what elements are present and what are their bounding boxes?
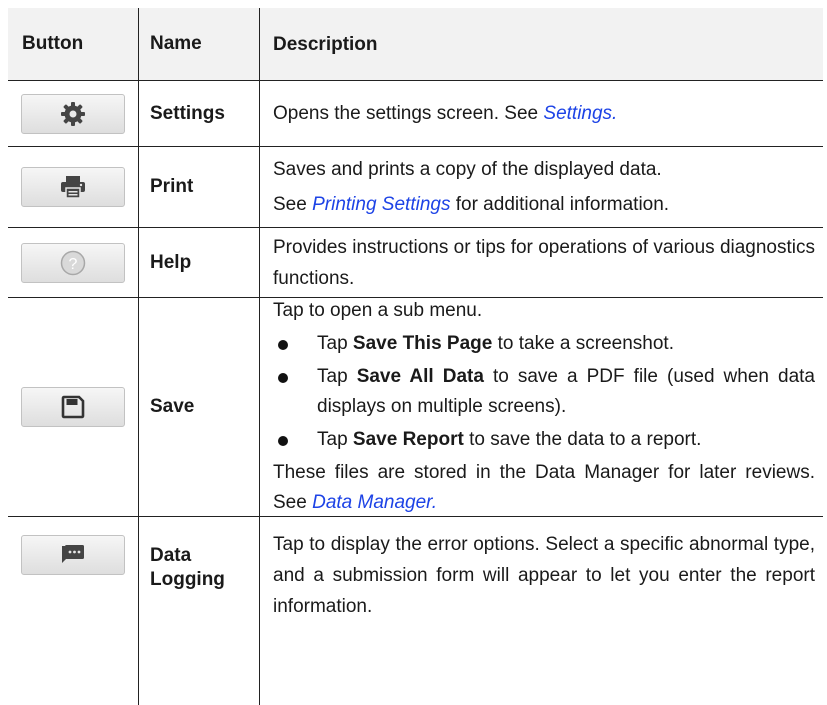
table-row-print: Print Saves and prints a copy of the dis… <box>8 146 823 227</box>
data-logging-name: Data Logging <box>138 517 259 632</box>
table-row-settings: Settings Opens the settings screen. See … <box>8 80 823 146</box>
settings-link[interactable]: Settings. <box>543 103 617 124</box>
save-intro: Tap to open a sub menu. <box>273 300 483 321</box>
save-name: Save <box>138 298 259 516</box>
print-line2: See Printing Settings for additional inf… <box>273 187 815 222</box>
bullet-dot <box>278 340 288 350</box>
settings-button[interactable] <box>21 93 125 134</box>
settings-description: Opens the settings screen. See Settings. <box>273 98 815 129</box>
header-button: Button <box>22 33 84 54</box>
chat-message-icon <box>62 545 84 563</box>
button-table: Button Name Description Settings Opens t… <box>8 8 823 632</box>
help-description: Provides instructions or tips for operat… <box>273 236 815 289</box>
svg-text:?: ? <box>69 256 78 273</box>
table-header: Button Name Description <box>8 8 823 80</box>
help-name: Help <box>138 228 259 297</box>
table-row-help: ? Help Provides instructions or tips for… <box>8 227 823 297</box>
header-name: Name <box>138 8 259 80</box>
table-row-save: Save Tap to open a sub menu. Tap Save Th… <box>8 297 823 516</box>
save-outro: These files are stored in the Data Manag… <box>273 462 815 513</box>
header-description: Description <box>259 8 823 80</box>
data-manager-link[interactable]: Data Manager. <box>312 492 437 513</box>
print-line1: Saves and prints a copy of the displayed… <box>273 159 662 180</box>
floppy-disk-icon <box>61 395 85 419</box>
print-line2-pre: See <box>273 194 313 215</box>
help-button[interactable]: ? <box>21 242 125 283</box>
question-icon: ? <box>60 250 86 275</box>
settings-name: Settings <box>138 81 259 146</box>
save-bullet-2: Tap Save All Data to save a PDF file (us… <box>273 362 815 422</box>
print-button[interactable] <box>21 167 125 207</box>
data-logging-button[interactable] <box>21 535 125 575</box>
printing-settings-link[interactable]: Printing Settings <box>312 194 450 215</box>
bullet-dot <box>278 373 288 383</box>
bullet-dot <box>278 436 288 446</box>
save-button[interactable] <box>21 387 125 427</box>
column-divider <box>259 8 260 705</box>
save-bullet-3: Tap Save Report to save the data to a re… <box>273 425 815 455</box>
save-bullet-1: Tap Save This Page to take a screenshot. <box>273 329 815 359</box>
table-row-data-logging: Data Logging Tap to display the error op… <box>8 516 823 632</box>
settings-desc-text: Opens the settings screen. See <box>273 103 544 124</box>
gear-icon <box>61 101 85 126</box>
column-divider <box>138 8 139 705</box>
printer-icon <box>61 176 85 199</box>
data-logging-description: Tap to display the error options. Select… <box>273 534 815 617</box>
print-line2-post: for additional information. <box>450 194 670 215</box>
print-name: Print <box>138 147 259 227</box>
